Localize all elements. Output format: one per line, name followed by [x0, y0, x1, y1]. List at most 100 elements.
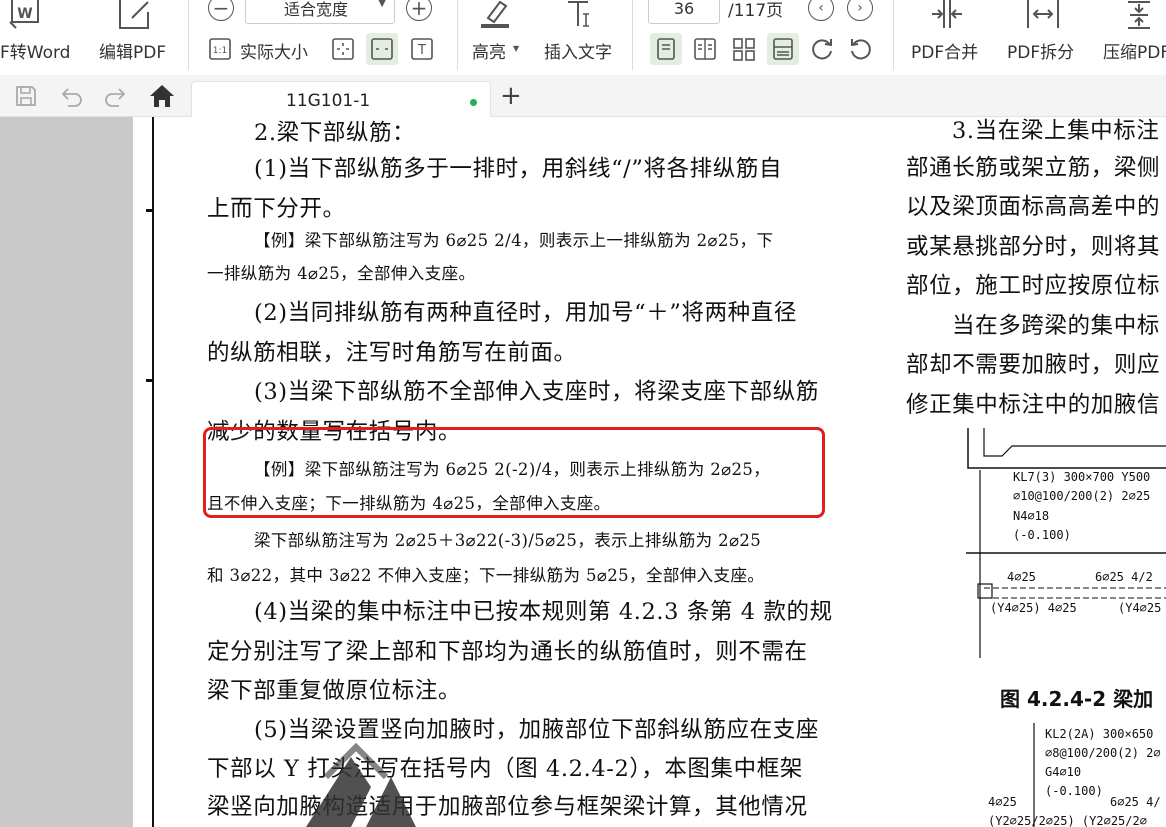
edit-pdf-icon[interactable] — [118, 0, 152, 30]
fit-width-icon — [371, 38, 393, 60]
rotate-counterclockwise-button[interactable] — [845, 33, 877, 65]
unsaved-status-dot — [470, 99, 477, 106]
grid-view-icon — [733, 38, 755, 61]
figure-1-label: (-0.100) — [1013, 528, 1071, 542]
beam-figure-1 — [962, 428, 1166, 663]
home-icon[interactable] — [148, 83, 176, 113]
fit-width-button[interactable] — [366, 33, 398, 65]
single-page-icon — [657, 38, 675, 60]
figure-1-label: (Y4⌀25) 4⌀25 — [990, 601, 1077, 615]
rotate-clockwise-button[interactable] — [806, 33, 838, 65]
figure-1-label: 4⌀25 — [1007, 570, 1036, 584]
figure-1-label: ⌀10@100/200(2) 2⌀25 — [1013, 489, 1151, 503]
toolbar-separator — [457, 0, 458, 70]
figure-1-label: KL7(3) 300×700 Y500 — [1013, 470, 1151, 484]
chevron-down-icon: ▼ — [378, 0, 386, 9]
fit-page-icon — [332, 38, 354, 60]
zoom-in-button[interactable]: + — [406, 0, 432, 21]
right-para-line-6: 当在多跨梁的集中标 — [952, 313, 1160, 339]
pdf-to-word-icon[interactable]: W — [8, 0, 42, 30]
highlight-chevron-icon[interactable]: ▼ — [513, 44, 519, 53]
total-pages-label: /117页 — [728, 1, 784, 21]
insert-text-label[interactable]: 插入文字 — [544, 38, 612, 63]
para-4-line-2: 定分别注写了梁上部和下部均为通长的纵筋值时，则不需在 — [207, 639, 808, 665]
compress-pdf-label[interactable]: 压缩PDF — [1103, 38, 1166, 63]
pdf-merge-label[interactable]: PDF合并 — [911, 38, 978, 63]
next-page-button[interactable]: › — [847, 0, 873, 21]
pdf-split-icon[interactable] — [1026, 0, 1060, 30]
grid-view-button[interactable] — [728, 33, 760, 65]
svg-text:1:1: 1:1 — [213, 46, 227, 56]
toolbar-separator — [632, 0, 633, 70]
actual-size-button[interactable]: 1:1 — [204, 33, 236, 65]
right-para-line-7: 部却不需要加腋时，则应 — [906, 352, 1161, 378]
highlighter-icon[interactable] — [478, 0, 512, 30]
para-4-line-3: 梁下部重复做原位标注。 — [207, 678, 462, 704]
page-left-edge — [152, 117, 154, 827]
figure-2-label: (-0.100) — [1045, 784, 1103, 798]
right-para-line-2: 部通长筋或架立筋，梁侧 — [906, 155, 1161, 181]
highlight-label[interactable]: 高亮 — [472, 38, 506, 63]
two-page-icon — [694, 38, 716, 60]
figure-2-label: (Y2⌀25/2⌀25) (Y2⌀25/2⌀ — [988, 814, 1147, 827]
fit-page-button[interactable] — [327, 33, 359, 65]
rotate-counterclockwise-icon — [851, 39, 871, 60]
example-3-line-1: 梁下部纵筋注写为 2⌀25＋3⌀22(-3)/5⌀25，表示上排纵筋为 2⌀25 — [254, 531, 762, 550]
right-para-line-3: 以及梁顶面标高高差中的 — [906, 194, 1161, 220]
main-toolbar: W F转Word 编辑PDF − 适合宽度 ▼ + 1:1 实际大小 T 高亮 … — [0, 0, 1166, 75]
figure-2-label: 4⌀25 — [988, 795, 1017, 809]
figure-2-label: KL2(2A) 300×650 — [1045, 727, 1154, 741]
zoom-out-button[interactable]: − — [208, 0, 234, 21]
edit-pdf-label[interactable]: 编辑PDF — [99, 38, 166, 63]
pdf-merge-icon[interactable] — [930, 0, 964, 30]
text-select-button[interactable]: T — [406, 33, 438, 65]
figure-caption: 图 4.2.4-2 梁加 — [1000, 687, 1154, 711]
page-number-input[interactable]: 36 — [648, 0, 720, 24]
actual-size-label[interactable]: 实际大小 — [240, 38, 308, 63]
plus-icon[interactable]: + — [500, 83, 522, 109]
pdf-split-label[interactable]: PDF拆分 — [1007, 38, 1074, 63]
text-select-icon: T — [411, 38, 433, 60]
para-1-line-2: 上而下分开。 — [207, 196, 346, 222]
pdf-to-word-label[interactable]: F转Word — [0, 38, 70, 63]
tab-document[interactable]: 11G101-1 — [191, 81, 491, 118]
para-2-line-2: 的纵筋相联，注写时角筋写在前面。 — [207, 340, 577, 366]
figure-1-label: N4⌀18 — [1013, 509, 1050, 523]
document-viewport[interactable]: 2.梁下部纵筋： (1)当下部纵筋多于一排时，用斜线“/”将各排纵筋自 上而下分… — [0, 117, 1166, 827]
redo-icon[interactable] — [103, 84, 129, 112]
para-3-line-1: (3)当梁下部纵筋不全部伸入支座时，将梁支座下部纵筋 — [254, 379, 819, 405]
save-icon[interactable] — [14, 84, 38, 112]
two-page-view-button[interactable] — [689, 33, 721, 65]
para-4-line-1: (4)当梁的集中标注中已按本规则第 4.2.3 条第 4 款的规 — [254, 599, 833, 625]
zoom-mode-dropdown[interactable]: 适合宽度 ▼ — [245, 0, 395, 24]
tab-bar: 11G101-1 + — [0, 75, 1166, 118]
actual-size-icon: 1:1 — [209, 38, 231, 60]
toolbar-separator — [188, 0, 189, 70]
page-edge-tick — [146, 209, 154, 212]
para-2-line-1: (2)当同排纵筋有两种直径时，用加号“＋”将两种直径 — [254, 300, 797, 326]
heading-bottom-bars: 2.梁下部纵筋： — [254, 120, 416, 146]
figure-2-label: G4⌀10 — [1045, 765, 1082, 779]
rotate-clockwise-icon — [812, 39, 832, 60]
continuous-scroll-icon — [773, 38, 793, 60]
right-para-line-1: 3.当在梁上集中标注 — [952, 118, 1160, 144]
red-highlight-annotation[interactable] — [203, 427, 825, 518]
single-page-view-button[interactable] — [650, 33, 682, 65]
svg-text:W: W — [17, 6, 32, 22]
insert-text-icon[interactable] — [566, 0, 600, 30]
zoom-mode-value: 适合宽度 — [284, 0, 349, 19]
figure-2-label: ⌀8@100/200(2) 2⌀ — [1045, 746, 1161, 760]
tab-title: 11G101-1 — [286, 91, 371, 111]
compress-pdf-icon[interactable] — [1122, 0, 1156, 30]
para-1-line-1: (1)当下部纵筋多于一排时，用斜线“/”将各排纵筋自 — [254, 156, 783, 182]
previous-page-button[interactable]: ‹ — [808, 0, 834, 21]
undo-icon[interactable] — [58, 84, 84, 112]
example-1-line-1: 【例】梁下部纵筋注写为 6⌀25 2/4，则表示上一排纵筋为 2⌀25，下 — [254, 231, 774, 250]
figure-2-label: 6⌀25 4/ — [1110, 795, 1161, 809]
continuous-scroll-button[interactable] — [767, 33, 799, 65]
left-margin-panel — [0, 117, 133, 827]
example-3-line-2: 和 3⌀22，其中 3⌀22 不伸入支座；下一排纵筋为 5⌀25，全部伸入支座。 — [207, 566, 765, 585]
example-1-line-2: 一排纵筋为 4⌀25，全部伸入支座。 — [207, 264, 476, 283]
figure-1-label: 6⌀25 4/2 — [1095, 570, 1153, 584]
right-para-line-5: 部位，施工时应按原位标 — [906, 273, 1161, 299]
